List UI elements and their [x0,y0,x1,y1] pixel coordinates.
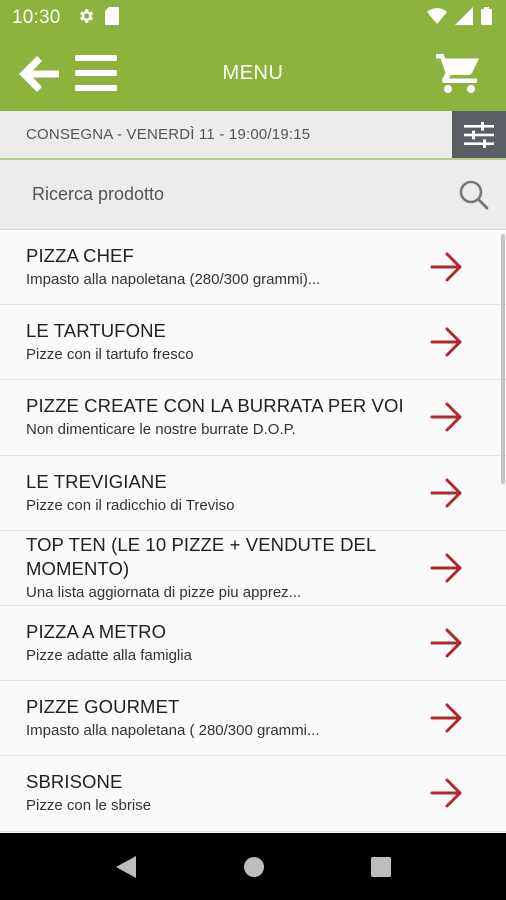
category-list-item[interactable]: TOP TEN (LE 10 PIZZE + VENDUTE DEL MOMEN… [0,530,506,606]
category-list-item[interactable]: LE TARTUFONE Pizze con il tartufo fresco [0,305,506,381]
category-title: PIZZA A METRO [26,621,167,643]
sd-card-icon [104,6,119,30]
category-description: Impasto alla napoletana (280/300 grammi)… [26,271,321,289]
category-text: PIZZA CHEF Impasto alla napoletana (280/3… [26,230,436,304]
arrow-right-icon [430,478,462,508]
category-title: TOP TEN (LE 10 PIZZE + VENDUTE DEL MOMEN… [26,533,376,579]
wifi-icon [427,7,447,29]
arrow-right-icon [430,553,462,583]
cart-icon [436,54,479,93]
nav-back-button[interactable] [113,854,139,880]
category-text: LE TREVIGIANE Pizze con il radicchio di T… [26,456,436,530]
search-button[interactable] [454,175,494,215]
cart-button[interactable] [430,50,486,98]
hamburger-menu-button[interactable] [72,52,120,94]
nav-recents-button[interactable] [368,854,394,880]
filter-button[interactable] [452,111,506,158]
category-text: PIZZE CREATE CON LA BURRATA PER VOI Non d… [26,380,436,454]
status-time: 10:30 [12,7,61,28]
category-description: Pizze adatte alla famiglia [26,647,192,665]
hamburger-icon [75,55,117,91]
category-list-item[interactable]: PIZZE CREATE CON LA BURRATA PER VOI Non d… [0,380,506,456]
sliders-icon [464,121,494,148]
category-text: PIZZA A METRO Pizze adatte alla famiglia [26,606,436,680]
category-list-item[interactable]: PIZZE GOURMET Impasto alla napoletana ( 2… [0,681,506,757]
nav-home-button[interactable] [241,854,267,880]
back-button[interactable] [16,54,62,94]
search-icon [459,180,489,209]
category-description: Pizze con le sbrise [26,797,152,815]
category-description: Impasto alla napoletana ( 280/300 grammi… [26,722,320,740]
delivery-info-bar: CONSEGNA - VENERDÌ 11 - 19:00/19:15 [0,111,506,160]
system-nav-bar [0,833,506,900]
category-list-item[interactable]: SBRISONE Pizze con le sbrise [0,756,506,832]
status-bar: 10:30 [0,0,506,36]
arrow-left-icon [19,56,59,92]
app-bar: MENU [0,36,506,111]
signal-icon [455,6,473,30]
arrow-right-icon [430,252,462,282]
category-title: PIZZE GOURMET [26,696,180,718]
arrow-right-icon [430,628,462,658]
category-description: Una lista aggiornata di pizze piu apprez… [26,583,302,601]
category-list: PIZZA CHEF Impasto alla napoletana (280/3… [0,230,506,833]
battery-icon [481,6,492,30]
settings-icon [77,7,95,30]
arrow-right-icon [430,703,462,733]
circle-home-icon [244,857,264,877]
triangle-back-icon [116,856,136,878]
category-title: LE TARTUFONE [26,320,166,342]
arrow-right-icon [430,402,462,432]
category-list-item[interactable]: LE TREVIGIANE Pizze con il radicchio di T… [0,455,506,531]
arrow-right-icon [430,327,462,357]
category-description: Non dimenticare le nostre burrate D.O.P. [26,421,296,439]
square-recents-icon [371,857,391,877]
delivery-info-text: CONSEGNA - VENERDÌ 11 - 19:00/19:15 [26,126,311,143]
category-list-item[interactable]: PIZZA CHEF Impasto alla napoletana (280/3… [0,230,506,306]
category-text: TOP TEN (LE 10 PIZZE + VENDUTE DEL MOMEN… [26,531,436,605]
category-title: LE TREVIGIANE [26,470,167,492]
category-list-item[interactable]: PIZZA A METRO Pizze adatte alla famiglia [0,605,506,682]
search-input[interactable] [32,174,454,215]
category-title: PIZZE CREATE CON LA BURRATA PER VOI [26,395,404,417]
category-text: SBRISONE Pizze con le sbrise [26,756,436,830]
category-text: LE TARTUFONE Pizze con il tartufo fresco [26,305,436,379]
category-title: PIZZA CHEF [26,245,134,267]
arrow-right-icon [430,778,462,808]
search-bar [0,160,506,230]
scrollbar[interactable] [501,234,505,484]
category-description: Pizze con il tartufo fresco [26,346,194,364]
category-title: SBRISONE [26,771,123,793]
category-description: Pizze con il radicchio di Treviso [26,496,235,514]
category-text: PIZZE GOURMET Impasto alla napoletana ( 2… [26,681,436,755]
